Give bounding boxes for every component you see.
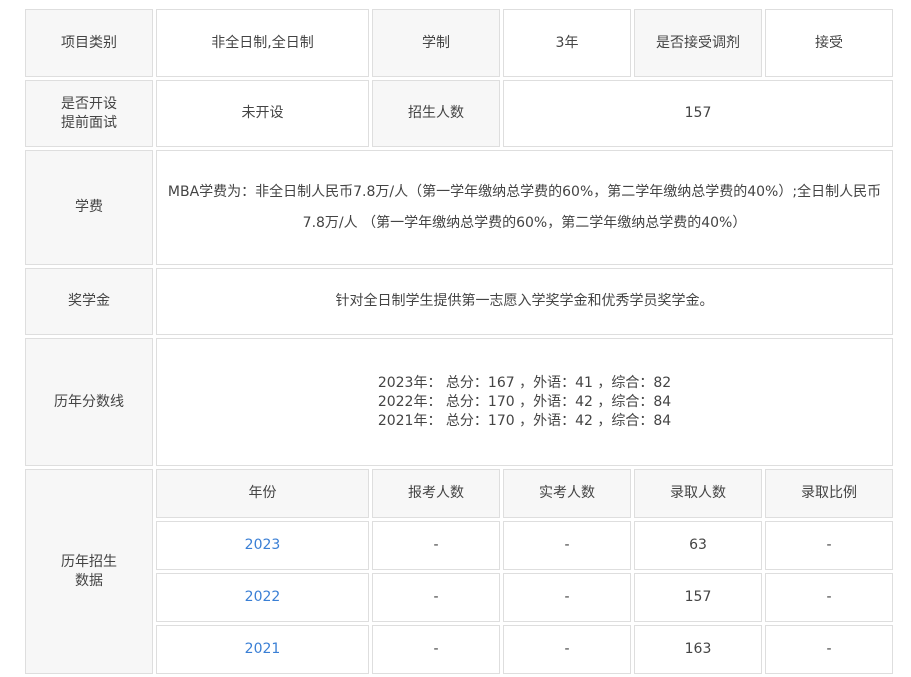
ratio-cell: - xyxy=(765,521,893,570)
year-link-2023[interactable]: 2023 xyxy=(156,521,369,570)
admitted-cell: 157 xyxy=(634,573,762,622)
duration-value: 3年 xyxy=(503,9,631,77)
score-line-2021: 2021年： 总分：170 ，外语：42 ，综合：84 xyxy=(377,412,672,429)
table-row: 2023 - - 63 - xyxy=(25,521,893,570)
table-row: 2021 - - 163 - xyxy=(25,625,893,674)
admitted-cell: 63 xyxy=(634,521,762,570)
enrollment-value: 157 xyxy=(503,80,893,147)
category-value: 非全日制,全日制 xyxy=(156,9,369,77)
examinees-cell: - xyxy=(503,521,631,570)
header-examinees: 实考人数 xyxy=(503,469,631,518)
history-header-row: 历年招生 数据 年份 报考人数 实考人数 录取人数 录取比例 xyxy=(25,469,893,674)
scores-label: 历年分数线 xyxy=(25,338,153,466)
header-year: 年份 xyxy=(156,469,369,518)
header-admitted: 录取人数 xyxy=(634,469,762,518)
row-score-lines: 历年分数线 2023年： 总分：167 ，外语：41 ，综合：82 2022年：… xyxy=(25,338,893,466)
adjust-label: 是否接受调剂 xyxy=(634,9,762,77)
table-row: 2022 - - 157 - xyxy=(25,573,893,622)
score-line-2022: 2022年： 总分：170 ，外语：42 ，综合：84 xyxy=(377,393,672,410)
scores-text: 2023年： 总分：167 ，外语：41 ，综合：82 2022年： 总分：17… xyxy=(156,338,893,466)
interview-label-line2: 提前面试 xyxy=(61,114,117,131)
history-label: 历年招生 数据 xyxy=(25,469,153,674)
year-link-2022[interactable]: 2022 xyxy=(156,573,369,622)
scholarship-text: 针对全日制学生提供第一志愿入学奖学金和优秀学员奖学金。 xyxy=(156,268,893,335)
examinees-cell: - xyxy=(503,625,631,674)
program-info-table: 项目类别 非全日制,全日制 学制 3年 是否接受调剂 接受 是否开设 提前面试 … xyxy=(22,6,896,677)
score-line-2023: 2023年： 总分：167 ，外语：41 ，综合：82 xyxy=(377,374,672,391)
tuition-text-line2: 7.8万/人 （第一学年缴纳总学费的60%，第二学年缴纳总学费的40%） xyxy=(302,214,747,231)
header-ratio: 录取比例 xyxy=(765,469,893,518)
header-applicants: 报考人数 xyxy=(372,469,500,518)
history-label-line1: 历年招生 xyxy=(61,553,117,570)
tuition-label: 学费 xyxy=(25,150,153,265)
tuition-text: MBA学费为：非全日制人民币7.8万/人（第一学年缴纳总学费的60%，第二学年缴… xyxy=(156,150,893,265)
year-link-2021[interactable]: 2021 xyxy=(156,625,369,674)
applicants-cell: - xyxy=(372,521,500,570)
tuition-text-line1: MBA学费为：非全日制人民币7.8万/人（第一学年缴纳总学费的60%，第二学年缴… xyxy=(167,183,882,200)
row-program-basic: 项目类别 非全日制,全日制 学制 3年 是否接受调剂 接受 xyxy=(25,9,893,77)
interview-label-line1: 是否开设 xyxy=(61,95,117,112)
duration-label: 学制 xyxy=(372,9,500,77)
row-interview-enrollment: 是否开设 提前面试 未开设 招生人数 157 xyxy=(25,80,893,147)
row-tuition: 学费 MBA学费为：非全日制人民币7.8万/人（第一学年缴纳总学费的60%，第二… xyxy=(25,150,893,265)
category-label: 项目类别 xyxy=(25,9,153,77)
history-label-line2: 数据 xyxy=(75,572,103,589)
ratio-cell: - xyxy=(765,625,893,674)
ratio-cell: - xyxy=(765,573,893,622)
admitted-cell: 163 xyxy=(634,625,762,674)
adjust-value: 接受 xyxy=(765,9,893,77)
enrollment-label: 招生人数 xyxy=(372,80,500,147)
row-scholarship: 奖学金 针对全日制学生提供第一志愿入学奖学金和优秀学员奖学金。 xyxy=(25,268,893,335)
examinees-cell: - xyxy=(503,573,631,622)
applicants-cell: - xyxy=(372,625,500,674)
interview-label: 是否开设 提前面试 xyxy=(25,80,153,147)
scholarship-label: 奖学金 xyxy=(25,268,153,335)
applicants-cell: - xyxy=(372,573,500,622)
interview-value: 未开设 xyxy=(156,80,369,147)
